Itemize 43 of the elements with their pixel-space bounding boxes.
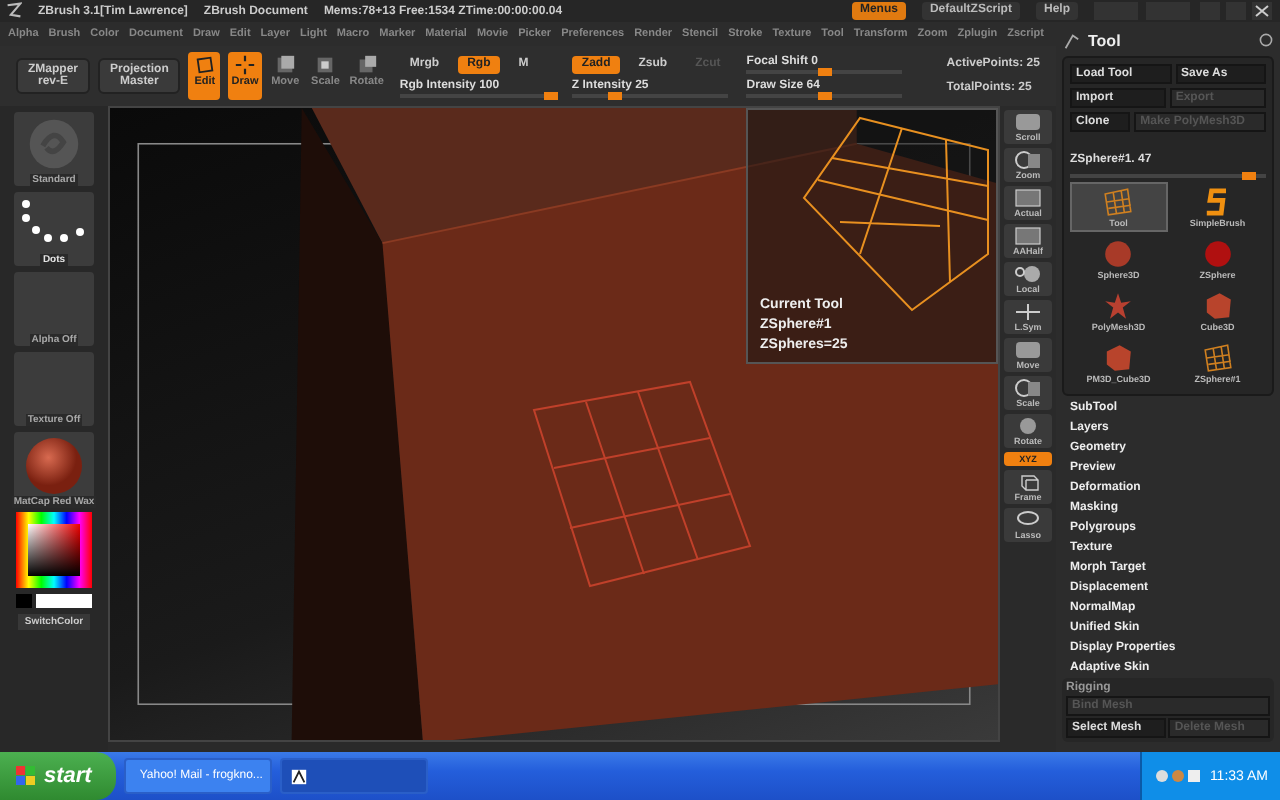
frame-icon	[1014, 226, 1042, 246]
pad-icon	[1014, 340, 1042, 360]
slider-thumb[interactable]	[818, 67, 833, 75]
secondary-color-swatch[interactable]	[36, 594, 92, 608]
sphere-icon	[1201, 238, 1234, 270]
slider-thumb[interactable]	[543, 91, 558, 99]
dots-stroke-icon	[18, 196, 90, 244]
magnifier-icon	[1014, 378, 1042, 398]
move-icon	[274, 54, 297, 76]
slider-thumb[interactable]	[818, 91, 833, 99]
refresh-icon[interactable]	[1258, 32, 1274, 48]
slider-thumb[interactable]	[607, 91, 622, 99]
scale-icon	[314, 54, 337, 76]
magnifier-icon	[1014, 150, 1042, 170]
sphere-icon	[1014, 264, 1042, 284]
zbrush-logo-icon	[6, 1, 22, 21]
color-picker[interactable]	[16, 512, 92, 588]
windows-logo-icon	[16, 766, 36, 786]
grid-icon	[1102, 186, 1135, 218]
sphere-icon	[1102, 238, 1135, 270]
slider-thumb[interactable]	[1241, 172, 1256, 180]
rotate-icon	[355, 54, 378, 76]
start-button[interactable]: start	[0, 752, 116, 800]
grid-icon	[1201, 342, 1234, 374]
lasso-icon	[1014, 510, 1042, 530]
primary-color-swatch[interactable]	[16, 594, 32, 608]
sphere-icon	[1014, 416, 1042, 436]
crosshair-icon	[234, 54, 257, 76]
cross-icon	[1014, 302, 1042, 322]
cube-icon	[1201, 290, 1234, 322]
palette-title: Tool	[1088, 31, 1121, 49]
window-controls-drawing[interactable]	[1094, 2, 1274, 20]
taskbar-button[interactable]	[279, 758, 428, 794]
pad-icon	[1014, 112, 1042, 132]
app-icon	[289, 767, 308, 785]
edit-icon	[193, 54, 216, 76]
brush-icon	[26, 116, 82, 172]
pin-icon[interactable]	[1062, 31, 1080, 49]
material-sphere-icon	[24, 436, 84, 496]
cube-icon	[1102, 342, 1135, 374]
frame-icon	[1014, 188, 1042, 208]
tray-icons-drawing[interactable]	[1153, 768, 1202, 784]
star-icon	[1102, 290, 1135, 322]
